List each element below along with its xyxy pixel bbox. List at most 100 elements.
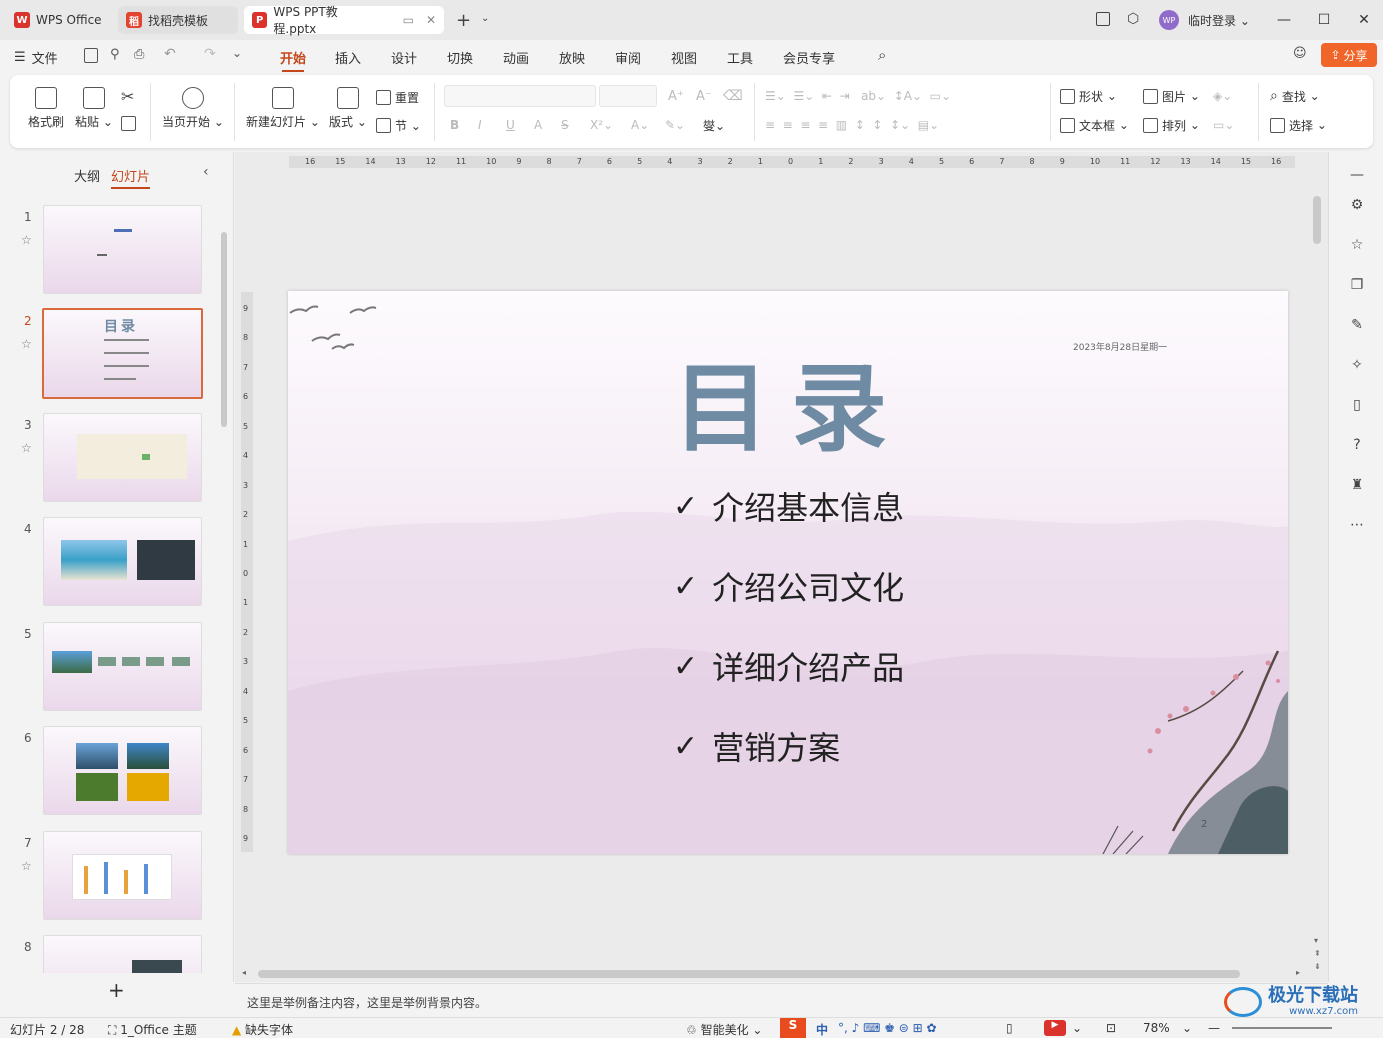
tab-ppt-file[interactable]: P WPS PPT教程.pptx ▭ ✕ — [244, 5, 444, 36]
undo-icon[interactable]: ↶ — [164, 46, 176, 62]
share-link-icon[interactable]: ⚲ — [110, 47, 120, 62]
format-painter-button[interactable]: 格式刷 — [28, 87, 64, 130]
cube-icon[interactable]: ⬡ — [1127, 11, 1139, 27]
zoom-slider[interactable] — [1232, 1027, 1332, 1029]
comment-icon[interactable]: ☺ — [1293, 46, 1307, 61]
clear-format-icon[interactable]: ⌫ — [723, 86, 743, 106]
skin-icon[interactable]: ♜ — [1348, 476, 1366, 494]
minimize-icon[interactable]: — — [1264, 0, 1304, 40]
slideshow-chevron-icon[interactable]: ⌄ — [1072, 1021, 1082, 1035]
outline-icon[interactable]: ▭⌄ — [1213, 115, 1234, 135]
slide-title[interactable]: 目录 — [673, 331, 909, 470]
arrange-button[interactable]: 排列 ⌄ — [1143, 115, 1200, 135]
reading-view-icon[interactable]: ▯ — [1006, 1021, 1013, 1035]
copy-layers-icon[interactable]: ❐ — [1348, 276, 1366, 294]
font-color-icon[interactable]: A⌄ — [631, 115, 649, 135]
star-icon[interactable]: ☆ — [21, 441, 32, 455]
notes-pane[interactable]: 这里是举例备注内容，这里是举例背景内容。 — [235, 983, 1328, 1017]
slideshow-play-icon[interactable]: ▶ — [1044, 1020, 1066, 1036]
paste-button[interactable]: 粘贴 ⌄ — [75, 87, 113, 130]
toc-item[interactable]: ✓ 详细介绍产品 — [673, 643, 904, 689]
theme-name[interactable]: ⛶ 1_Office 主题 — [108, 1021, 197, 1038]
cut-icon[interactable]: ✂ — [121, 87, 134, 106]
print-preview-icon[interactable]: ⎙ — [134, 47, 144, 62]
close-tab-icon[interactable]: ✕ — [426, 13, 436, 27]
tab-member[interactable]: 会员专享 — [783, 46, 835, 68]
underline-icon[interactable]: U — [506, 115, 515, 135]
search-icon[interactable]: ⌕ — [878, 46, 886, 64]
font-shrink-icon[interactable]: A⁻ — [696, 86, 712, 106]
bullets-icon[interactable]: ☰⌄ ☰⌄ ⇤ ⇥ ab⌄ ↕A⌄ ▭⌄ — [765, 86, 951, 106]
highlight-icon[interactable]: ✎⌄ — [665, 115, 685, 135]
tab-docer[interactable]: 稻 找稻壳模板 — [118, 6, 238, 34]
toc-item[interactable]: ✓ 营销方案 — [673, 723, 840, 769]
save-icon[interactable] — [84, 48, 98, 63]
maximize-icon[interactable]: ☐ — [1304, 0, 1344, 40]
strikethrough-icon[interactable]: S — [561, 115, 569, 135]
slide-thumbnail-8[interactable]: 8 — [0, 935, 234, 973]
superscript-icon[interactable]: X²⌄ — [590, 115, 613, 135]
redo-icon[interactable]: ↷ — [204, 46, 216, 62]
tab-view[interactable]: 视图 — [671, 46, 697, 68]
textbox-button[interactable]: 文本框 ⌄ — [1060, 115, 1129, 135]
favorite-icon[interactable]: ☆ — [1348, 236, 1366, 254]
book-search-icon[interactable]: ▯ — [1348, 396, 1366, 414]
tab-review[interactable]: 审阅 — [615, 46, 641, 68]
picture-button[interactable]: 图片 ⌄ — [1143, 86, 1200, 106]
collapse-sidebar-icon[interactable]: — — [1348, 166, 1366, 184]
file-menu[interactable]: ☰ 文件 — [14, 46, 58, 68]
add-slide-button[interactable]: + — [108, 978, 125, 1002]
zoom-out-icon[interactable]: — — [1208, 1021, 1220, 1035]
design-icon[interactable]: ✎ — [1348, 316, 1366, 334]
ime-tools-icon[interactable]: °, ♪ ⌨ ♚ ⊜ ⊞ ✿ — [838, 1021, 937, 1035]
italic-icon[interactable]: I — [478, 115, 482, 135]
shadow-icon[interactable]: A — [534, 115, 542, 135]
new-tab-icon[interactable]: + — [456, 10, 471, 31]
layout-toggle-icon[interactable] — [1096, 12, 1110, 26]
toc-item[interactable]: ✓ 介绍公司文化 — [673, 563, 904, 609]
tab-outline[interactable]: 大纲 — [74, 166, 100, 185]
panel-scrollbar[interactable] — [221, 232, 227, 427]
quick-access-chevron-icon[interactable]: ⌄ — [232, 46, 242, 60]
section-button[interactable]: 节 ⌄ — [376, 115, 421, 135]
tab-design[interactable]: 设计 — [391, 46, 417, 68]
slide-date[interactable]: 2023年8月28日星期一 — [1073, 340, 1167, 353]
copy-icon[interactable] — [121, 116, 136, 131]
magic-tools-icon[interactable]: ✧ — [1348, 356, 1366, 374]
star-icon[interactable]: ☆ — [21, 337, 32, 351]
window-restore-icon[interactable]: ▭ — [403, 13, 414, 27]
star-icon[interactable]: ☆ — [21, 233, 32, 247]
tab-wps-office[interactable]: W WPS Office — [6, 6, 112, 34]
missing-font-warning[interactable]: ▲ 缺失字体 — [232, 1021, 293, 1038]
fill-icon[interactable]: ◈⌄ — [1213, 86, 1232, 106]
editor-vertical-scrollbar[interactable] — [1313, 196, 1321, 244]
toc-item[interactable]: ✓ 介绍基本信息 — [673, 483, 904, 529]
tab-slideshow[interactable]: 放映 — [559, 46, 585, 68]
tab-list-chevron-icon[interactable]: ⌄ — [481, 13, 489, 24]
bold-icon[interactable]: B — [450, 115, 459, 135]
tab-animation[interactable]: 动画 — [503, 46, 529, 68]
tab-home[interactable]: 开始 — [280, 46, 306, 72]
slide-canvas[interactable]: 目录 2023年8月28日星期一 ✓ 介绍基本信息 ✓ 介绍公司文化 ✓ 详细介绍产品… — [288, 291, 1288, 854]
layout-button[interactable]: 版式 ⌄ — [329, 87, 367, 130]
star-icon[interactable]: ☆ — [21, 859, 32, 873]
help-icon[interactable]: ? — [1348, 436, 1366, 454]
avatar[interactable]: WP — [1159, 10, 1179, 30]
tab-transition[interactable]: 切换 — [447, 46, 473, 68]
select-button[interactable]: 选择 ⌄ — [1270, 115, 1327, 135]
scroll-right-icon[interactable]: ▸ — [1296, 968, 1300, 977]
new-slide-button[interactable]: 新建幻灯片 ⌄ — [246, 87, 320, 130]
zoom-chevron-icon[interactable]: ⌄ — [1182, 1021, 1192, 1035]
editor-horizontal-scrollbar[interactable] — [258, 970, 1240, 978]
more-icon[interactable]: ⋯ — [1348, 516, 1366, 534]
collapse-panel-icon[interactable]: ‹ — [203, 164, 209, 180]
close-window-icon[interactable]: ✕ — [1344, 0, 1383, 40]
scroll-left-icon[interactable]: ◂ — [242, 968, 246, 977]
play-from-current-button[interactable]: 当页开始 ⌄ — [162, 87, 224, 130]
smart-beautify-button[interactable]: ♲ 智能美化 ⌄ — [686, 1021, 762, 1038]
tab-insert[interactable]: 插入 — [335, 46, 361, 68]
tab-tools[interactable]: 工具 — [727, 46, 753, 68]
shape-button[interactable]: 形状 ⌄ — [1060, 86, 1117, 106]
reset-button[interactable]: 重置 — [376, 87, 419, 107]
login-link[interactable]: 临时登录 ⌄ — [1188, 12, 1250, 29]
